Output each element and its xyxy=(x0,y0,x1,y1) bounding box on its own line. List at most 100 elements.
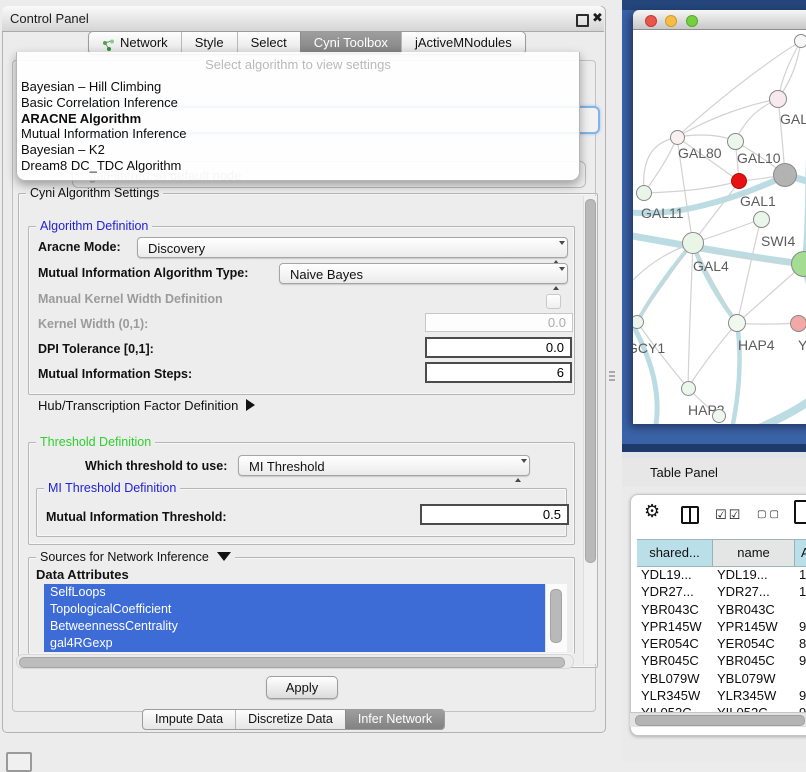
node-label: GCY1 xyxy=(633,340,665,356)
apply-button[interactable]: Apply xyxy=(266,676,338,699)
aracne-mode-combo[interactable]: Discovery xyxy=(137,237,568,258)
page-icon[interactable] xyxy=(794,500,806,524)
network-node-hap2[interactable] xyxy=(681,381,696,396)
table-cell: YLR345W xyxy=(717,687,776,704)
attribute-list-scrollbar-thumb[interactable] xyxy=(550,589,562,643)
hub-tf-definition-label: Hub/Transcription Factor Definition xyxy=(38,398,238,413)
network-node[interactable] xyxy=(773,163,797,187)
tab-style[interactable]: Style xyxy=(181,32,237,54)
settings-scrollbar-thumb[interactable] xyxy=(585,199,596,563)
zoom-traffic-light[interactable] xyxy=(686,15,698,27)
spinner-arrows-icon xyxy=(553,268,561,289)
table-row[interactable]: YDL19...YDL19...13 xyxy=(637,566,806,583)
table-row[interactable]: YPR145WYPR145W9. xyxy=(637,618,806,635)
network-node-gal[interactable] xyxy=(769,90,787,108)
table-cell: 9. xyxy=(799,652,806,669)
hub-tf-definition-toggle[interactable]: Hub/Transcription Factor Definition xyxy=(38,398,255,413)
table-row[interactable]: YLR345WYLR345W9. xyxy=(637,687,806,704)
data-attribute-item[interactable]: TopologicalCoefficient xyxy=(44,601,545,618)
table-rows: YDL19...YDL19...13YDR27...YDR27...12YBR0… xyxy=(637,566,806,722)
docked-panel-icon[interactable] xyxy=(6,752,32,772)
column-header-name[interactable]: name xyxy=(713,540,795,566)
algorithm-option[interactable]: Basic Correlation Inference xyxy=(17,95,579,111)
which-threshold-combo[interactable]: MI Threshold xyxy=(238,455,530,476)
float-window-icon[interactable] xyxy=(576,14,589,27)
node-label: GAL11 xyxy=(641,205,684,221)
tab-network[interactable]: Network xyxy=(89,32,181,54)
table-row[interactable]: YBR045CYBR045C9. xyxy=(637,652,806,669)
dpi-tolerance-field[interactable]: 0.0 xyxy=(425,337,572,358)
cyni-mode-tabs: Impute Data Discretize Data Infer Networ… xyxy=(142,709,445,730)
network-window-titlebar[interactable] xyxy=(633,10,806,30)
gear-icon[interactable]: ⚙ xyxy=(644,501,660,522)
tab-label: Cyni Toolbox xyxy=(314,32,388,54)
network-node[interactable] xyxy=(794,34,806,48)
dropdown-placeholder: Select algorithm to view settings xyxy=(17,52,579,79)
network-node-gal10[interactable] xyxy=(727,133,744,150)
network-node-gal11[interactable] xyxy=(636,185,652,201)
columns-layout-icon[interactable] xyxy=(681,506,699,524)
network-node-hap4[interactable] xyxy=(728,314,746,332)
network-node[interactable] xyxy=(791,251,806,277)
table-row[interactable]: YDR27...YDR27...12 xyxy=(637,583,806,600)
algorithm-option[interactable]: Bayesian – K2 xyxy=(17,142,579,158)
network-nodes-layer: GALGAL80GAL10GAL1GAL11SWI4GAL4GCY1HAP4YH… xyxy=(633,30,806,424)
table-cell: 8. xyxy=(799,635,806,652)
network-node-gal4[interactable] xyxy=(682,232,704,254)
algorithm-option[interactable]: Dream8 DC_TDC Algorithm xyxy=(17,158,579,174)
control-panel-title: Control Panel xyxy=(10,11,89,26)
node-label: HAP4 xyxy=(738,337,775,353)
mi-algorithm-type-combo[interactable]: Naive Bayes xyxy=(279,263,568,284)
mi-steps-label: Mutual Information Steps: xyxy=(38,367,192,381)
tab-impute-data[interactable]: Impute Data xyxy=(143,710,235,729)
data-attribute-item[interactable]: gal4RGexp xyxy=(44,635,545,652)
minimize-traffic-light[interactable] xyxy=(665,15,677,27)
sources-toggle[interactable]: Sources for Network Inference xyxy=(36,550,235,564)
column-header-clipped[interactable]: A xyxy=(795,540,806,566)
which-threshold-label: Which threshold to use: xyxy=(85,459,227,473)
network-canvas[interactable]: GALGAL80GAL10GAL1GAL11SWI4GAL4GCY1HAP4YH… xyxy=(633,30,806,424)
expanded-arrow-icon xyxy=(217,552,231,561)
table-cell: YBR043C xyxy=(717,601,775,618)
mi-threshold-label: Mutual Information Threshold: xyxy=(46,510,227,524)
table-cell: YBR045C xyxy=(717,652,775,669)
tab-cyni-toolbox[interactable]: Cyni Toolbox xyxy=(300,32,401,54)
network-node[interactable] xyxy=(712,409,726,423)
deselect-all-checkbox-icon[interactable]: ▢▢ xyxy=(757,509,782,520)
mi-threshold-field[interactable]: 0.5 xyxy=(420,504,569,525)
network-node-gal80[interactable] xyxy=(670,130,685,145)
data-attribute-item[interactable]: BetweennessCentrality xyxy=(44,618,545,635)
table-cell: 9. xyxy=(799,687,806,704)
network-node-swi4[interactable] xyxy=(753,211,770,228)
settings-horizontal-scrollbar-thumb[interactable] xyxy=(19,657,565,668)
close-traffic-light[interactable] xyxy=(645,15,657,27)
column-header-shared-name[interactable]: shared... xyxy=(637,540,713,566)
close-icon[interactable]: ✖ xyxy=(592,10,603,26)
node-label: GAL1 xyxy=(740,193,776,209)
network-node-gal1[interactable] xyxy=(731,173,747,189)
table-cell: YDR27... xyxy=(641,583,694,600)
algorithm-option[interactable]: ARACNE Algorithm xyxy=(17,111,579,127)
panel-splitter[interactable] xyxy=(609,371,615,381)
tab-select[interactable]: Select xyxy=(237,32,300,54)
combo-value: MI Threshold xyxy=(249,459,325,474)
tab-infer-network[interactable]: Infer Network xyxy=(345,710,444,729)
network-node-gcy1[interactable] xyxy=(633,315,644,329)
table-cell: YPR145W xyxy=(641,618,702,635)
network-node-y[interactable] xyxy=(790,315,806,332)
tab-jactivemnodules[interactable]: jActiveMNodules xyxy=(401,32,525,54)
algorithm-option[interactable]: Mutual Information Inference xyxy=(17,126,579,142)
algorithm-option[interactable]: Bayesian – Hill Climbing xyxy=(17,79,579,95)
table-cell: YER054C xyxy=(717,635,775,652)
table-row[interactable]: YER054CYER054C8. xyxy=(637,635,806,652)
table-row[interactable]: YBL079WYBL079W xyxy=(637,670,806,687)
node-label: GAL xyxy=(780,111,806,127)
data-attribute-item[interactable]: SelfLoops xyxy=(44,584,545,601)
table-row[interactable]: YBR043CYBR043C xyxy=(637,601,806,618)
table-horizontal-scrollbar-thumb[interactable] xyxy=(635,715,805,726)
algorithm-options: Bayesian – Hill ClimbingBasic Correlatio… xyxy=(17,79,579,174)
mi-steps-field[interactable]: 6 xyxy=(425,362,572,383)
tab-discretize-data[interactable]: Discretize Data xyxy=(235,710,345,729)
node-label: GAL80 xyxy=(678,145,722,161)
select-all-checkbox-icon[interactable]: ☑☑ xyxy=(715,507,742,523)
